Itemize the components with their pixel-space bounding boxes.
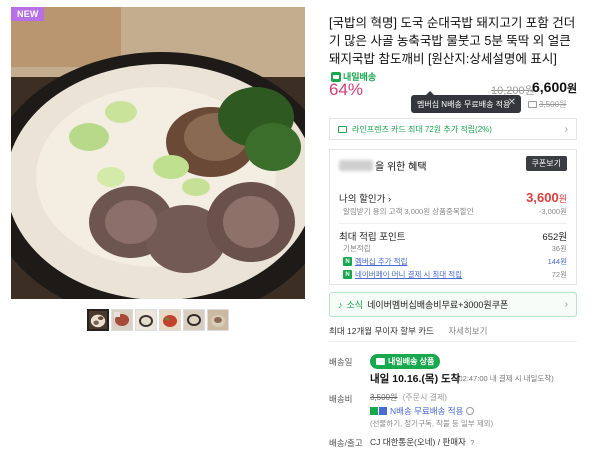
- my-discount-number: 3,600: [526, 190, 559, 205]
- shipping-fee-label: 배송비: [329, 394, 353, 404]
- member-price: 3,500원: [528, 99, 566, 110]
- money-points-value: 72원: [551, 270, 567, 279]
- points-value: 652원: [542, 232, 567, 243]
- thumbnail-2[interactable]: [111, 309, 133, 331]
- membership-points-value: 144원: [547, 257, 567, 266]
- arrival-note: (02:47:00 내 결제 시 내일도착): [456, 374, 554, 383]
- new-badge: NEW: [11, 7, 44, 21]
- membership-notice-banner[interactable]: ♪ 소식 네이버멤버십 배송비무료+3000원쿠폰 ›: [329, 292, 577, 317]
- money-points-row[interactable]: N 네이버페이 머니 결제 시 최대 적립 72원: [339, 269, 567, 280]
- alarm-discount-label: 알림받기 용의 고객 3,000원 상품중복할인: [343, 207, 474, 216]
- plus-icon: [379, 407, 387, 415]
- installment-info: 최대 12개월 무이자 할부 카드 자세히보기: [329, 325, 487, 337]
- points-label: 최대 적립 포인트: [339, 232, 406, 243]
- basic-points-value: 36원: [551, 244, 567, 253]
- benefit-title: 을 위한 혜택: [339, 158, 427, 173]
- tooltip-text: 멤버십 N배송 무료배송 적용: [417, 99, 511, 109]
- shipping-fee-note: (선물하기, 정기구독, 착불 등 일부 제외): [370, 419, 494, 428]
- tomorrow-delivery-badge-label: 내일배송 상품: [388, 357, 435, 366]
- basic-points-label: 기본적립: [343, 244, 371, 253]
- cart-icon: [528, 101, 537, 108]
- my-discount-value: 3,600원: [526, 190, 567, 205]
- thumbnail-6[interactable]: [207, 309, 229, 331]
- thumbnail-3[interactable]: [135, 309, 157, 331]
- thumbnail-4[interactable]: [159, 309, 181, 331]
- divider: [329, 341, 577, 342]
- courier-label: 배송/출고: [329, 438, 363, 448]
- benefit-title-text: 을 위한 혜택: [375, 162, 427, 173]
- discount-rate: 64%: [329, 80, 364, 99]
- product-title: [국밥의 혁명] 도국 순대국밥 돼지고기 포함 건더기 많은 사골 농축국밥 …: [329, 14, 579, 88]
- courier-info: CJ 대한통운(오네) / 판매자 ?: [370, 436, 474, 448]
- notice-prefix: 소식: [346, 300, 364, 310]
- delivery-date-label: 배송일: [329, 357, 353, 367]
- notice-brand: 네이버멤버십: [367, 300, 417, 310]
- bell-icon: ♪: [338, 299, 343, 310]
- alarm-discount-row: 알림받기 용의 고객 3,000원 상품중복할인 -3,000원: [339, 206, 567, 217]
- member-price-value: 3,500원: [539, 100, 567, 109]
- npay-icon: [370, 407, 378, 415]
- help-icon[interactable]: ?: [470, 440, 474, 447]
- npay-icon: N: [343, 257, 352, 266]
- shipping-fee-inline-note: (주문시 결제): [402, 393, 447, 402]
- card-icon: [338, 125, 347, 133]
- sale-price-value: 6,600: [532, 79, 568, 95]
- my-discount-label: 나의 할인가 ›: [339, 191, 391, 205]
- thumbnail-list: [87, 309, 229, 331]
- sale-price-unit: 원: [567, 83, 578, 95]
- tomorrow-delivery-badge: 내일배송 상품: [370, 354, 441, 369]
- card-promo-text: 라인프렌즈 카드 최대 72원 추가 적립(2%): [352, 124, 492, 134]
- chevron-right-icon: ›: [564, 123, 568, 135]
- membership-tooltip: 멤버십 N배송 무료배송 적용 ✕: [411, 91, 521, 113]
- my-discount-row[interactable]: 나의 할인가 › 3,600원: [339, 190, 567, 205]
- thumbnail-5[interactable]: [183, 309, 205, 331]
- truck-icon: [376, 358, 385, 365]
- chevron-right-icon: ›: [564, 299, 568, 310]
- membership-points-label-text: 멤버십 추가 적립: [355, 257, 408, 266]
- thumbnail-1[interactable]: [87, 309, 109, 331]
- notice-text: 배송비무료+3000원쿠폰: [416, 300, 509, 310]
- membership-points-label: N 멤버십 추가 적립: [339, 256, 407, 267]
- money-points-label-text: 네이버페이 머니 결제 시 최대 적립: [355, 270, 463, 279]
- product-title-text: [국밥의 혁명] 도국 순대국밥 돼지고기 포함 건더기 많은 사골 농축국밥 …: [329, 16, 576, 66]
- installment-text: 최대 12개월 무이자 할부 카드: [329, 326, 434, 336]
- membership-points-row[interactable]: N 멤버십 추가 적립 144원: [339, 256, 567, 267]
- sale-price: 6,600원: [532, 79, 577, 96]
- shipping-fee: 3,500원 (주문시 결제): [370, 392, 447, 403]
- free-shipping-applied: N배송 무료배송 적용: [370, 405, 475, 417]
- info-icon[interactable]: [466, 407, 475, 415]
- alarm-discount-value: -3,000원: [538, 207, 567, 216]
- membership-chips: [370, 407, 387, 415]
- divider: [339, 223, 567, 224]
- my-discount-unit: 원: [558, 194, 567, 204]
- installment-detail-link[interactable]: 자세히보기: [448, 326, 487, 336]
- my-discount-label-text: 나의 할인가: [339, 193, 386, 205]
- arrival-date: 내일 10.16.(목) 도착: [370, 373, 461, 385]
- coupon-view-button[interactable]: 쿠폰보기: [525, 156, 567, 171]
- shipping-fee-original: 3,500원: [370, 393, 398, 402]
- benefit-box: 을 위한 혜택 쿠폰보기 나의 할인가 › 3,600원 알림받기 용의 고객 …: [329, 149, 577, 285]
- points-row: 최대 적립 포인트 652원: [339, 229, 567, 243]
- blurred-user-name: [339, 160, 373, 171]
- money-points-label: N 네이버페이 머니 결제 시 최대 적립: [339, 269, 462, 280]
- free-shipping-text: N배송 무료배송 적용: [390, 406, 464, 416]
- courier-text: CJ 대한통운(오네) / 판매자: [370, 437, 466, 447]
- close-icon[interactable]: ✕: [508, 97, 516, 108]
- card-promo-banner[interactable]: 라인프렌즈 카드 최대 72원 추가 적립(2%) ›: [329, 118, 577, 140]
- product-main-image[interactable]: [11, 7, 305, 299]
- chevron-right-icon: ›: [387, 193, 392, 205]
- npay-icon: N: [343, 270, 352, 279]
- basic-points-row: 기본적립 36원: [339, 243, 567, 254]
